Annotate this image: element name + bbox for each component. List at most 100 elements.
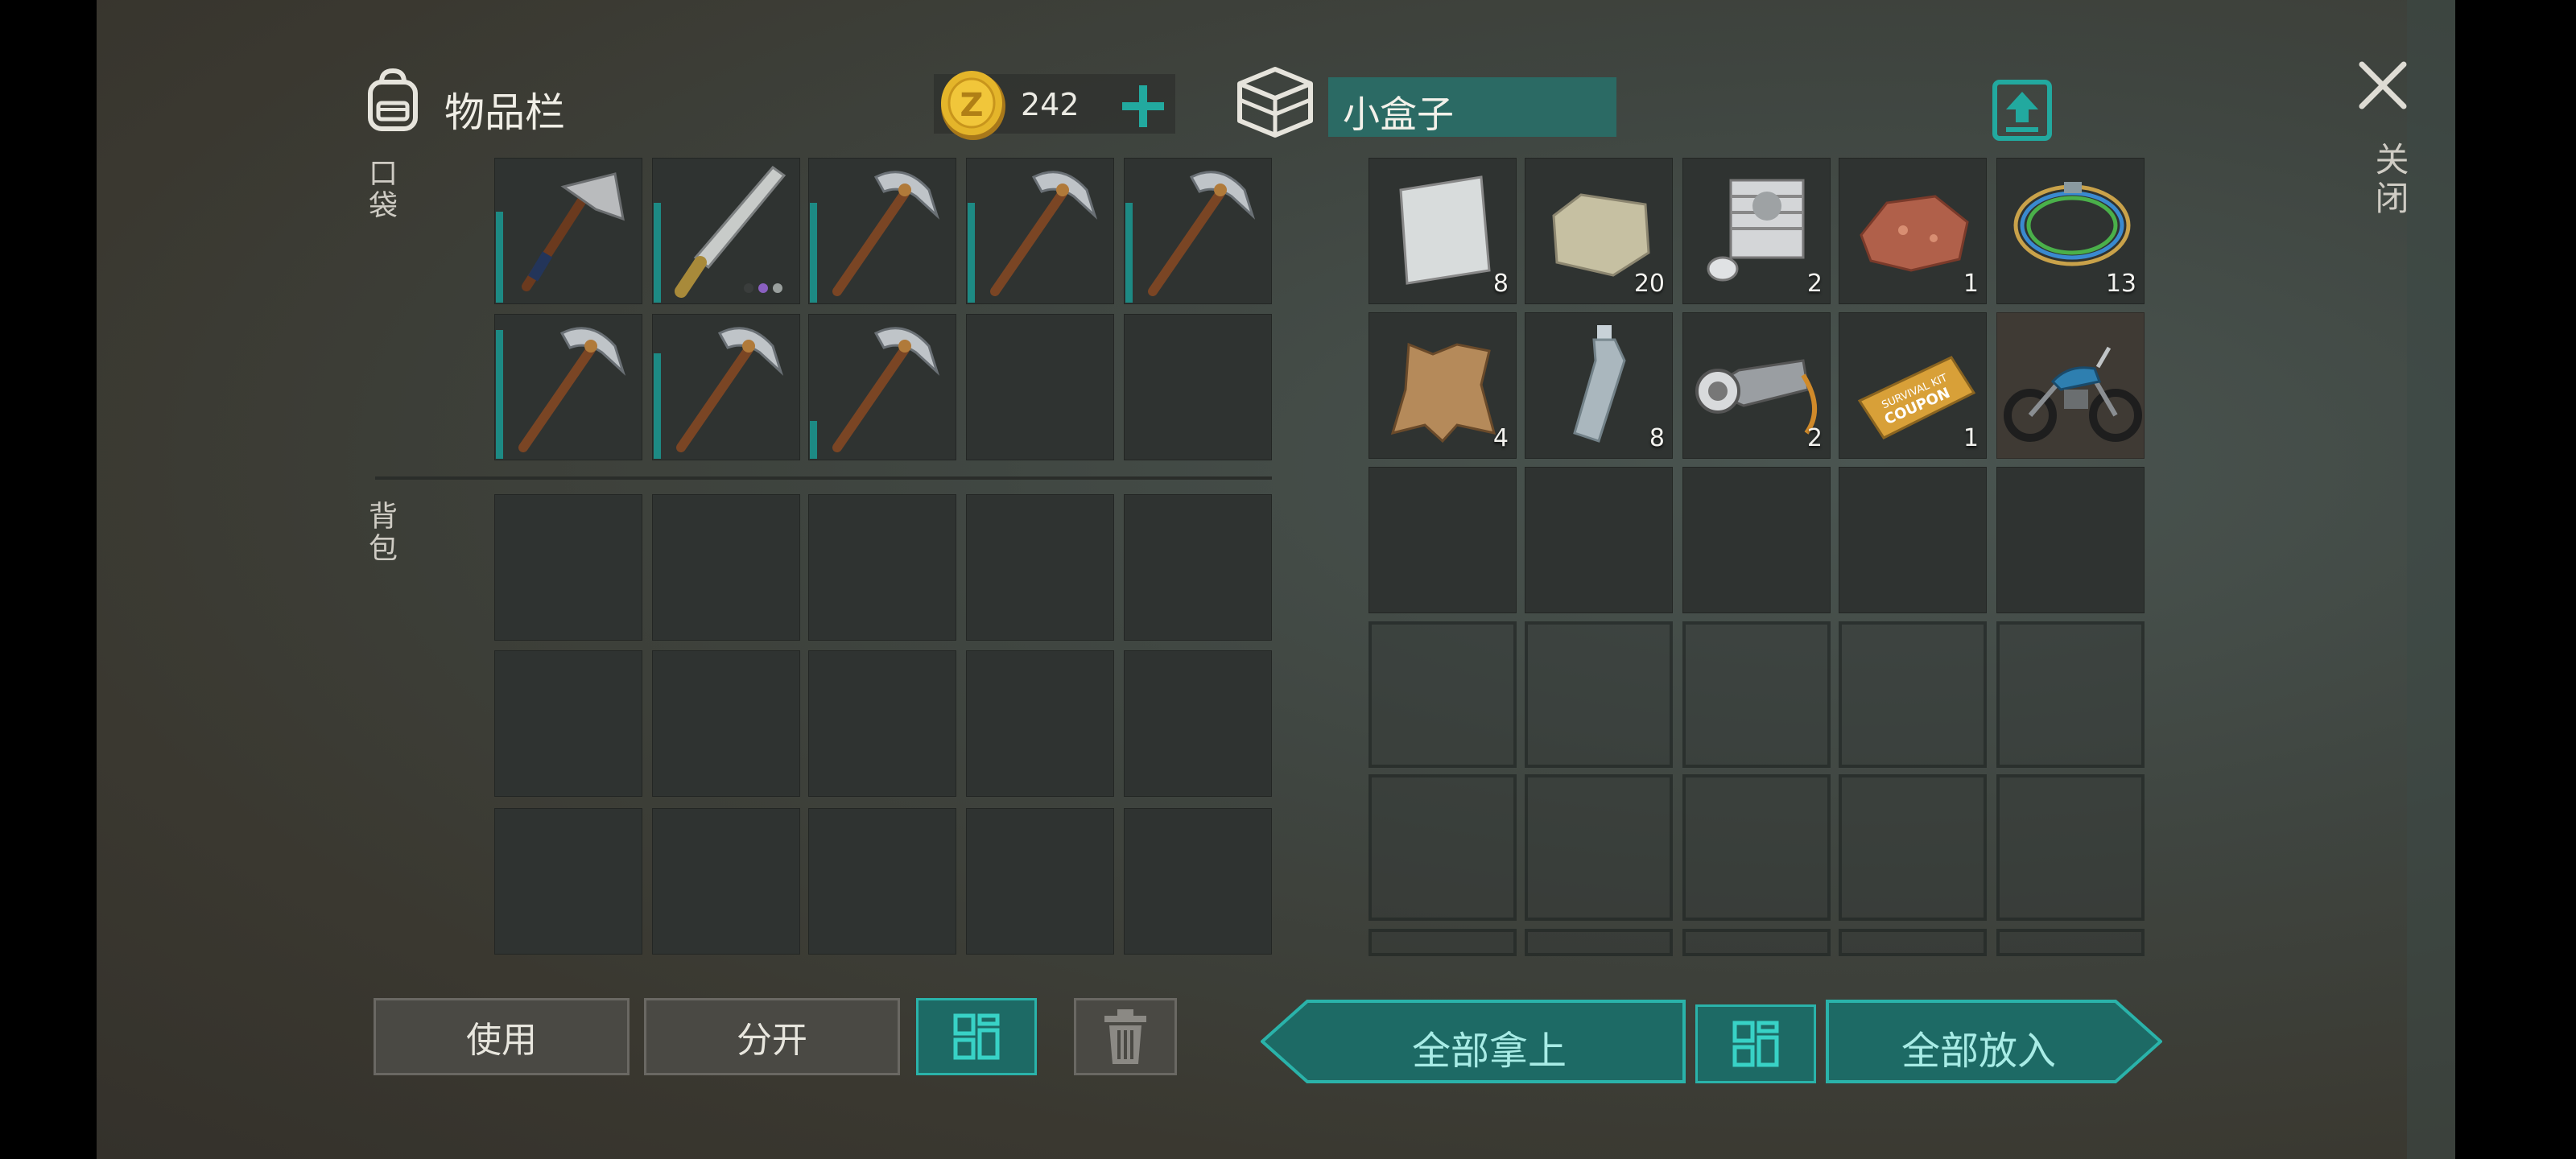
take-all-label: 全部拿上 (1411, 1029, 1567, 1074)
item-slot-animal-hide[interactable]: 4 (1368, 312, 1517, 459)
motorcycle-icon (2004, 346, 2142, 442)
item-count: 20 (1633, 270, 1665, 298)
backpack-icon (361, 66, 425, 134)
empty-slot[interactable] (1682, 467, 1831, 613)
inventory-title: 物品栏 (444, 89, 565, 136)
pickaxe-icon (990, 171, 1098, 296)
machete-icon (675, 165, 786, 298)
item-count: 13 (2105, 270, 2136, 298)
empty-slot[interactable] (1996, 774, 2145, 921)
empty-slot[interactable] (966, 494, 1114, 641)
empty-slot[interactable] (1839, 774, 1987, 921)
item-slot-engine-cylinder[interactable]: 2 (1682, 158, 1831, 304)
empty-slot[interactable] (1124, 314, 1272, 460)
empty-slot[interactable] (494, 808, 642, 955)
item-slot-pickaxe[interactable] (1124, 158, 1272, 304)
hatchet-icon (522, 172, 625, 291)
empty-slot[interactable] (1368, 929, 1517, 956)
item-slot-pickaxe[interactable] (966, 158, 1114, 304)
container-title: 小盒子 (1343, 93, 1454, 136)
grid-sort-icon (1732, 1021, 1779, 1067)
empty-slot[interactable] (494, 650, 642, 797)
empty-slot[interactable] (1525, 929, 1673, 956)
backpack-label: 背包 (364, 501, 397, 565)
item-slot-motorcycle[interactable] (1996, 312, 2145, 459)
item-slot-wires[interactable]: 13 (1996, 158, 2145, 304)
empty-slot[interactable] (1525, 774, 1673, 921)
empty-slot[interactable] (1682, 774, 1831, 921)
take-all-button[interactable]: 全部拿上 (1261, 1000, 1686, 1083)
item-count: 4 (1492, 424, 1509, 452)
empty-slot[interactable] (1682, 929, 1831, 956)
close-icon (2359, 61, 2407, 109)
empty-slot[interactable] (1996, 621, 2145, 768)
empty-slot[interactable] (1996, 929, 2145, 956)
empty-slot[interactable] (1839, 929, 1987, 956)
item-count: 2 (1806, 270, 1823, 298)
inventory-screen: 物品栏 Z 242 口袋 背包 小盒子 8 20 2 1 13 4 8 2 SU… (97, 0, 2455, 1159)
item-slot-pickaxe[interactable] (494, 314, 642, 460)
empty-slot[interactable] (1839, 467, 1987, 613)
item-count: 8 (1492, 270, 1509, 298)
item-slot-pickaxe[interactable] (808, 314, 956, 460)
use-label: 使用 (466, 1020, 537, 1061)
grid-sort-icon (953, 1013, 1000, 1060)
empty-slot[interactable] (494, 494, 642, 641)
empty-slot[interactable] (1368, 621, 1517, 768)
put-all-button[interactable]: 全部放入 (1826, 1000, 2162, 1083)
empty-slot[interactable] (1124, 808, 1272, 955)
pickaxe-icon (518, 327, 626, 452)
split-label: 分开 (737, 1020, 807, 1061)
upload-icon[interactable] (1992, 77, 2053, 142)
item-slot-survival-kit-coupon[interactable]: SURVIVAL KIT COUPON 1 (1839, 312, 1987, 459)
empty-slot[interactable] (652, 494, 800, 641)
item-slot-pickaxe[interactable] (808, 158, 956, 304)
empty-slot[interactable] (1124, 650, 1272, 797)
empty-slot[interactable] (1368, 774, 1517, 921)
container-name-field[interactable]: 小盒子 (1328, 77, 1616, 137)
pickaxe-icon (676, 327, 784, 452)
item-count: 2 (1806, 424, 1823, 452)
coin-icon: Z (938, 66, 1009, 142)
close-label: 关闭 (2370, 142, 2409, 219)
pickaxe-icon (1148, 171, 1256, 296)
empty-slot[interactable] (1525, 621, 1673, 768)
item-count: 1 (1963, 424, 1979, 452)
empty-slot[interactable] (652, 650, 800, 797)
empty-slot[interactable] (966, 314, 1114, 460)
sort-container-button[interactable] (1695, 1004, 1816, 1083)
item-slot-plastic-bottle[interactable]: 8 (1525, 312, 1673, 459)
empty-slot[interactable] (808, 494, 956, 641)
item-slot-hatchet[interactable] (494, 158, 642, 304)
add-currency-button[interactable] (1117, 80, 1169, 132)
pocket-label: 口袋 (364, 158, 397, 222)
currency-amount: 242 (1021, 87, 1080, 122)
box-icon (1233, 64, 1317, 142)
empty-slot[interactable] (966, 650, 1114, 797)
split-button[interactable]: 分开 (644, 998, 900, 1075)
section-divider (375, 476, 1272, 480)
empty-slot[interactable] (1682, 621, 1831, 768)
item-slot-iron-ore[interactable]: 1 (1839, 158, 1987, 304)
pickaxe-icon (832, 327, 940, 452)
item-slot-machete[interactable] (652, 158, 800, 304)
empty-slot[interactable] (652, 808, 800, 955)
sort-inventory-button[interactable] (916, 998, 1037, 1075)
empty-slot[interactable] (1368, 467, 1517, 613)
empty-slot[interactable] (1124, 494, 1272, 641)
close-button[interactable]: 关闭 (2351, 53, 2415, 230)
use-button[interactable]: 使用 (374, 998, 630, 1075)
empty-slot[interactable] (1839, 621, 1987, 768)
item-slot-steel-sheet[interactable]: 8 (1368, 158, 1517, 304)
pickaxe-icon (832, 171, 940, 296)
empty-slot[interactable] (808, 808, 956, 955)
empty-slot[interactable] (1996, 467, 2145, 613)
empty-slot[interactable] (966, 808, 1114, 955)
item-count: 8 (1649, 424, 1665, 452)
item-slot-flashlight[interactable]: 2 (1682, 312, 1831, 459)
empty-slot[interactable] (808, 650, 956, 797)
empty-slot[interactable] (1525, 467, 1673, 613)
item-slot-pickaxe[interactable] (652, 314, 800, 460)
item-slot-stone[interactable]: 20 (1525, 158, 1673, 304)
delete-button[interactable] (1074, 998, 1177, 1075)
